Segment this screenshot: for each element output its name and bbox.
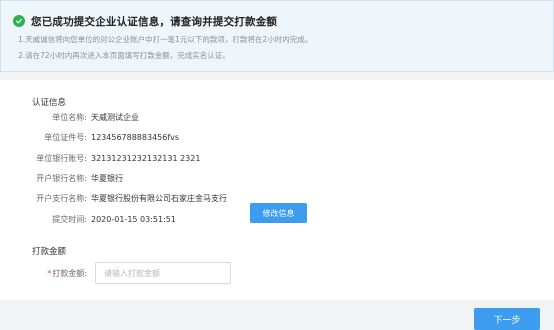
notice-header: 您已成功提交企业认证信息，请查询并提交打款金额 (13, 13, 553, 29)
success-notice: 您已成功提交企业认证信息，请查询并提交打款金额 1.天威诚信将向您单位的对公企业… (0, 0, 554, 72)
payment-amount-label: *打款金额: (0, 268, 87, 279)
field-label: 开户银行名称: (36, 173, 87, 183)
page: 您已成功提交企业认证信息，请查询并提交打款金额 1.天威诚信将向您单位的对公企业… (0, 0, 554, 330)
notice-line-1: 1.天威诚信将向您单位的对公企业账户中打一笔1元以下的款项，打款将在2小时内完成… (18, 35, 313, 44)
field-submit-time: 提交时间: 2020-01-15 03:51:51 (0, 213, 176, 225)
field-company-id: 单位证件号: 123456788883456fvs (0, 131, 179, 143)
auth-card: 认证信息 单位名称: 天威测试企业 单位证件号: 123456788883456… (0, 80, 554, 300)
field-value: 2020-01-15 03:51:51 (91, 214, 176, 224)
check-circle-icon (13, 15, 25, 27)
footer: 下一步 (0, 300, 554, 330)
field-value: 123456788883456fvs (91, 132, 180, 142)
field-value: 32131231232132131 2321 (91, 153, 201, 163)
field-value: 华夏银行股份有限公司石家庄金马支行 (91, 193, 227, 203)
next-step-button[interactable]: 下一步 (474, 308, 540, 330)
field-label: 单位证件号: (44, 132, 87, 142)
payment-amount-row: *打款金额: (0, 262, 231, 284)
notice-line-2: 2.请在72小时内再次进入本页面填写打款金额，完成实名认证。 (18, 51, 230, 60)
field-value: 华夏银行 (91, 173, 123, 183)
field-bank-name: 开户银行名称: 华夏银行 (0, 172, 123, 184)
field-value: 天威测试企业 (91, 112, 139, 122)
field-bank-account: 单位银行账号: 32131231232132131 2321 (0, 152, 200, 164)
payment-amount-label-text: 打款金额: (52, 268, 87, 278)
payment-amount-input[interactable] (95, 262, 231, 284)
field-label: 单位银行账号: (36, 153, 87, 163)
field-label: 开户支行名称: (36, 193, 87, 203)
edit-info-button[interactable]: 修改信息 (250, 203, 307, 223)
field-branch-name: 开户支行名称: 华夏银行股份有限公司石家庄金马支行 (0, 192, 227, 204)
required-mark: * (47, 268, 52, 278)
field-label: 提交时间: (52, 214, 87, 224)
field-company-name: 单位名称: 天威测试企业 (0, 111, 139, 123)
auth-info-title: 认证信息 (32, 98, 67, 108)
notice-title: 您已成功提交企业认证信息，请查询并提交打款金额 (31, 15, 278, 28)
field-label: 单位名称: (52, 112, 87, 122)
payment-title: 打款金额 (32, 247, 67, 257)
